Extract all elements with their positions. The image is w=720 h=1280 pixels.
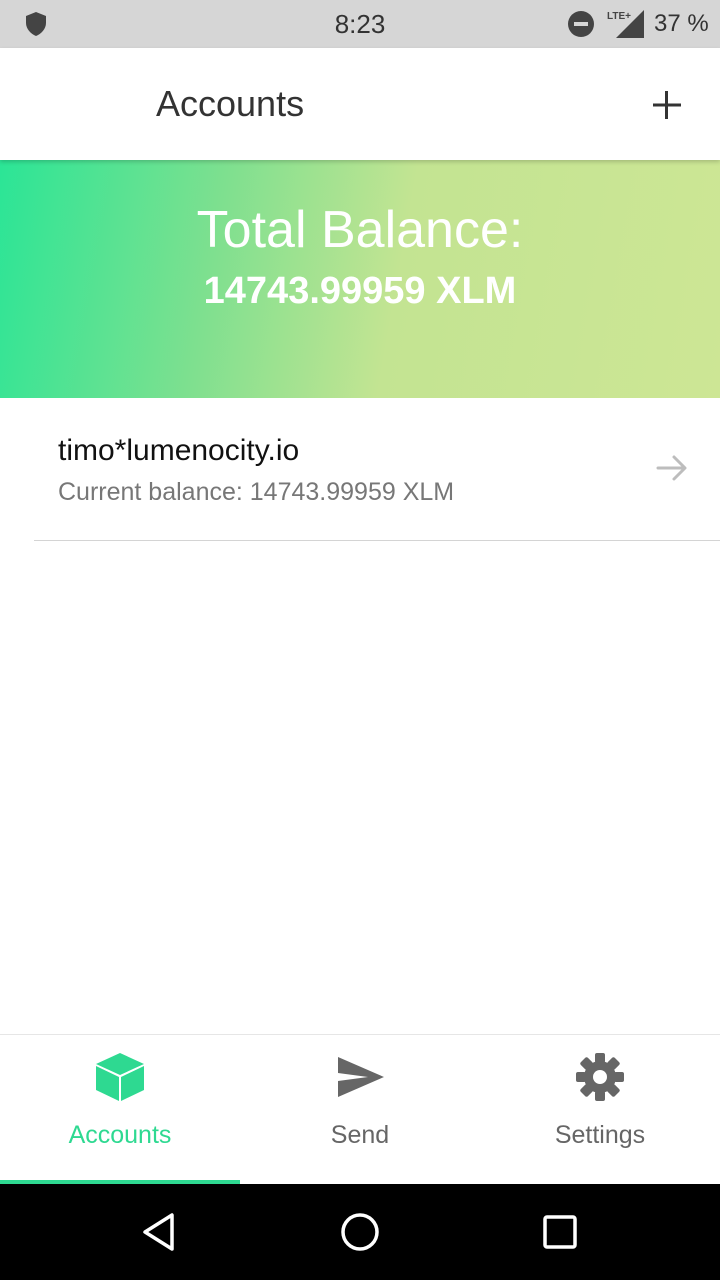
battery-level: 37 % [654, 10, 709, 37]
tab-accounts[interactable]: Accounts [0, 1035, 240, 1185]
bottom-navigation: Accounts Send Settings [0, 1034, 720, 1185]
home-icon[interactable] [338, 1210, 382, 1254]
do-not-disturb-icon [568, 11, 594, 37]
send-icon [338, 1057, 384, 1097]
system-navigation-bar [0, 1184, 720, 1280]
back-icon[interactable] [138, 1210, 182, 1254]
network-type-label: LTE+ [607, 11, 631, 22]
account-list-item[interactable]: timo*lumenocity.io Current balance: 1474… [0, 398, 720, 540]
account-name: timo*lumenocity.io [58, 434, 300, 467]
tab-settings-label: Settings [554, 1121, 646, 1149]
cube-icon [96, 1053, 144, 1101]
arrow-right-icon [656, 455, 687, 481]
tab-accounts-label: Accounts [68, 1121, 172, 1149]
total-balance-label: Total Balance: [196, 201, 524, 259]
status-bar: 8:23 LTE+ 37 % [0, 0, 720, 48]
app-bar: Accounts [0, 48, 720, 160]
gear-icon [576, 1053, 624, 1101]
add-account-button[interactable] [644, 82, 690, 128]
page-title: Accounts [156, 83, 305, 124]
tab-send[interactable]: Send [240, 1035, 480, 1185]
signal-icon: LTE+ [607, 10, 644, 38]
recents-icon[interactable] [538, 1210, 582, 1254]
account-balance: Current balance: 14743.99959 XLM [58, 478, 455, 506]
tab-settings[interactable]: Settings [480, 1035, 720, 1185]
total-balance-banner: Total Balance: 14743.99959 XLM [0, 160, 720, 398]
plus-icon [653, 91, 681, 119]
tab-send-label: Send [330, 1121, 390, 1149]
total-balance-amount: 14743.99959 XLM [203, 270, 517, 312]
list-divider [34, 540, 720, 541]
